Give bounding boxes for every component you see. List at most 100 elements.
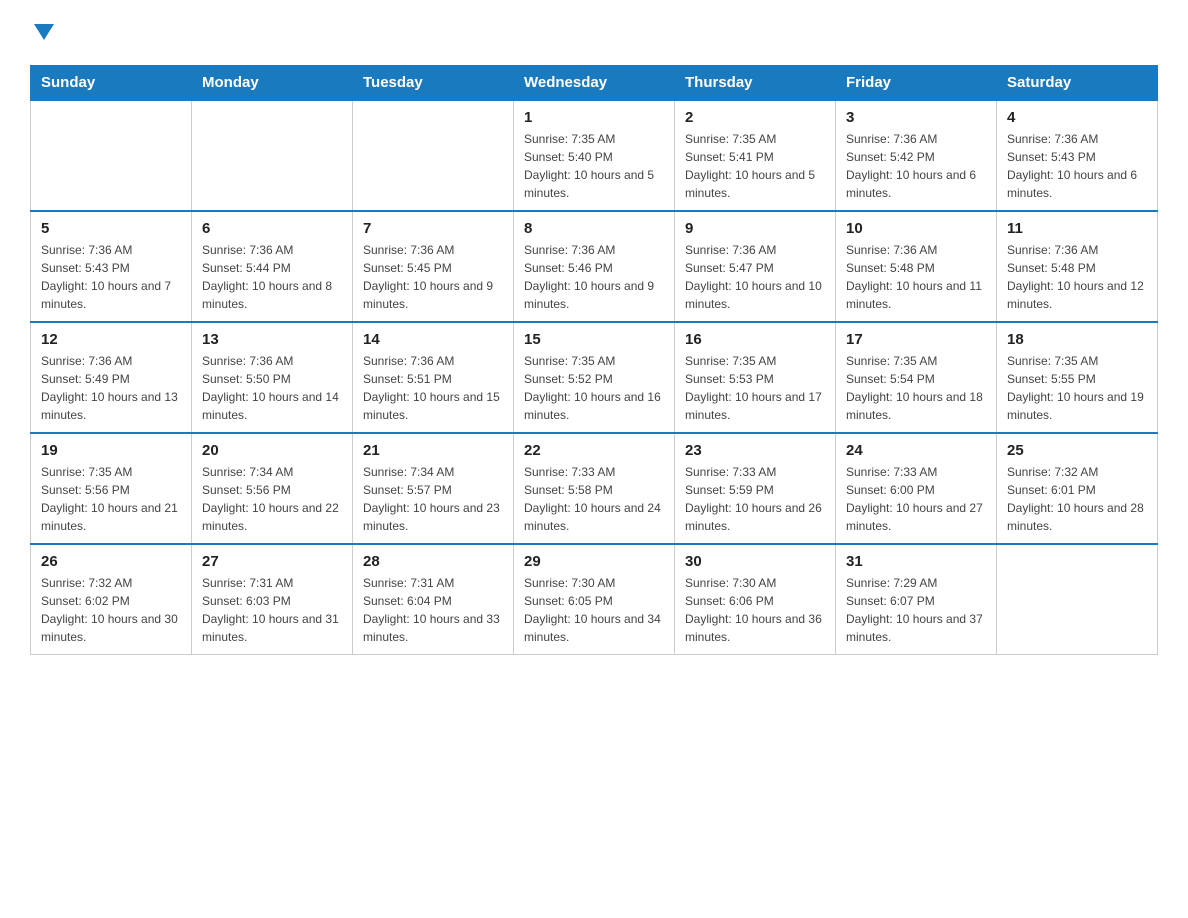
calendar-cell: 9Sunrise: 7:36 AMSunset: 5:47 PMDaylight…	[675, 211, 836, 322]
sun-info: Sunrise: 7:36 AMSunset: 5:45 PMDaylight:…	[363, 241, 503, 313]
week-row-3: 12 Sunrise: 7:36 AMSunset: 5:49 PMDayligh…	[31, 322, 1158, 433]
header-tuesday: Tuesday	[353, 65, 514, 100]
day-number: 8	[524, 220, 664, 237]
sun-info: Sunrise: 7:33 AMSunset: 5:58 PMDaylight:…	[524, 463, 664, 535]
day-number: 4	[1007, 109, 1147, 126]
week-row-1: 1Sunrise: 7:35 AMSunset: 5:40 PMDaylight…	[31, 100, 1158, 211]
header-sunday: Sunday	[31, 65, 192, 100]
day-number: 27	[202, 553, 342, 570]
calendar-cell: 29 Sunrise: 7:30 AMSunset: 6:05 PMDayligh…	[514, 544, 675, 655]
day-number: 11	[1007, 220, 1147, 237]
calendar-cell	[192, 100, 353, 211]
logo-triangle-icon	[34, 22, 54, 42]
calendar-cell: 2 Sunrise: 7:35 AMSunset: 5:41 PMDaylight…	[675, 100, 836, 211]
calendar-cell	[31, 100, 192, 211]
calendar-cell: 11Sunrise: 7:36 AMSunset: 5:48 PMDayligh…	[997, 211, 1158, 322]
calendar-cell: 3 Sunrise: 7:36 AMSunset: 5:42 PMDaylight…	[836, 100, 997, 211]
day-number: 25	[1007, 442, 1147, 459]
calendar-cell: 26 Sunrise: 7:32 AMSunset: 6:02 PMDayligh…	[31, 544, 192, 655]
calendar-cell: 30 Sunrise: 7:30 AMSunset: 6:06 PMDayligh…	[675, 544, 836, 655]
day-number: 5	[41, 220, 181, 237]
day-number: 7	[363, 220, 503, 237]
sun-info: Sunrise: 7:36 AMSunset: 5:43 PMDaylight:…	[41, 241, 181, 313]
calendar-cell: 5 Sunrise: 7:36 AMSunset: 5:43 PMDaylight…	[31, 211, 192, 322]
calendar-cell: 12 Sunrise: 7:36 AMSunset: 5:49 PMDayligh…	[31, 322, 192, 433]
calendar-table: SundayMondayTuesdayWednesdayThursdayFrid…	[30, 65, 1158, 655]
calendar-cell: 10 Sunrise: 7:36 AMSunset: 5:48 PMDayligh…	[836, 211, 997, 322]
sun-info: Sunrise: 7:33 AMSunset: 6:00 PMDaylight:…	[846, 463, 986, 535]
calendar-cell: 27 Sunrise: 7:31 AMSunset: 6:03 PMDayligh…	[192, 544, 353, 655]
calendar-cell: 21 Sunrise: 7:34 AMSunset: 5:57 PMDayligh…	[353, 433, 514, 544]
day-number: 31	[846, 553, 986, 570]
sun-info: Sunrise: 7:36 AMSunset: 5:48 PMDaylight:…	[846, 241, 986, 313]
sun-info: Sunrise: 7:35 AMSunset: 5:40 PMDaylight:…	[524, 130, 664, 202]
calendar-cell: 23 Sunrise: 7:33 AMSunset: 5:59 PMDayligh…	[675, 433, 836, 544]
calendar-cell: 20 Sunrise: 7:34 AMSunset: 5:56 PMDayligh…	[192, 433, 353, 544]
day-number: 3	[846, 109, 986, 126]
calendar-cell: 22 Sunrise: 7:33 AMSunset: 5:58 PMDayligh…	[514, 433, 675, 544]
sun-info: Sunrise: 7:33 AMSunset: 5:59 PMDaylight:…	[685, 463, 825, 535]
sun-info: Sunrise: 7:35 AMSunset: 5:52 PMDaylight:…	[524, 352, 664, 424]
sun-info: Sunrise: 7:30 AMSunset: 6:05 PMDaylight:…	[524, 574, 664, 646]
header-monday: Monday	[192, 65, 353, 100]
day-number: 28	[363, 553, 503, 570]
header-saturday: Saturday	[997, 65, 1158, 100]
sun-info: Sunrise: 7:36 AMSunset: 5:44 PMDaylight:…	[202, 241, 342, 313]
sun-info: Sunrise: 7:30 AMSunset: 6:06 PMDaylight:…	[685, 574, 825, 646]
sun-info: Sunrise: 7:35 AMSunset: 5:54 PMDaylight:…	[846, 352, 986, 424]
sun-info: Sunrise: 7:36 AMSunset: 5:46 PMDaylight:…	[524, 241, 664, 313]
calendar-cell: 6 Sunrise: 7:36 AMSunset: 5:44 PMDaylight…	[192, 211, 353, 322]
sun-info: Sunrise: 7:32 AMSunset: 6:02 PMDaylight:…	[41, 574, 181, 646]
day-number: 21	[363, 442, 503, 459]
sun-info: Sunrise: 7:31 AMSunset: 6:04 PMDaylight:…	[363, 574, 503, 646]
sun-info: Sunrise: 7:36 AMSunset: 5:43 PMDaylight:…	[1007, 130, 1147, 202]
day-number: 19	[41, 442, 181, 459]
day-number: 18	[1007, 331, 1147, 348]
week-row-4: 19 Sunrise: 7:35 AMSunset: 5:56 PMDayligh…	[31, 433, 1158, 544]
calendar-cell: 14Sunrise: 7:36 AMSunset: 5:51 PMDayligh…	[353, 322, 514, 433]
day-number: 15	[524, 331, 664, 348]
page-header	[30, 20, 1158, 45]
sun-info: Sunrise: 7:34 AMSunset: 5:57 PMDaylight:…	[363, 463, 503, 535]
day-number: 16	[685, 331, 825, 348]
day-number: 13	[202, 331, 342, 348]
day-number: 24	[846, 442, 986, 459]
day-number: 20	[202, 442, 342, 459]
day-number: 9	[685, 220, 825, 237]
sun-info: Sunrise: 7:32 AMSunset: 6:01 PMDaylight:…	[1007, 463, 1147, 535]
day-number: 17	[846, 331, 986, 348]
calendar-cell: 28 Sunrise: 7:31 AMSunset: 6:04 PMDayligh…	[353, 544, 514, 655]
day-number: 26	[41, 553, 181, 570]
calendar-cell: 25 Sunrise: 7:32 AMSunset: 6:01 PMDayligh…	[997, 433, 1158, 544]
sun-info: Sunrise: 7:36 AMSunset: 5:42 PMDaylight:…	[846, 130, 986, 202]
calendar-cell: 17 Sunrise: 7:35 AMSunset: 5:54 PMDayligh…	[836, 322, 997, 433]
sun-info: Sunrise: 7:34 AMSunset: 5:56 PMDaylight:…	[202, 463, 342, 535]
calendar-cell: 15 Sunrise: 7:35 AMSunset: 5:52 PMDayligh…	[514, 322, 675, 433]
day-number: 6	[202, 220, 342, 237]
calendar-cell: 24 Sunrise: 7:33 AMSunset: 6:00 PMDayligh…	[836, 433, 997, 544]
week-row-5: 26 Sunrise: 7:32 AMSunset: 6:02 PMDayligh…	[31, 544, 1158, 655]
day-number: 2	[685, 109, 825, 126]
sun-info: Sunrise: 7:35 AMSunset: 5:53 PMDaylight:…	[685, 352, 825, 424]
day-number: 10	[846, 220, 986, 237]
day-number: 23	[685, 442, 825, 459]
calendar-cell: 31Sunrise: 7:29 AMSunset: 6:07 PMDayligh…	[836, 544, 997, 655]
header-friday: Friday	[836, 65, 997, 100]
calendar-cell: 1Sunrise: 7:35 AMSunset: 5:40 PMDaylight…	[514, 100, 675, 211]
sun-info: Sunrise: 7:36 AMSunset: 5:49 PMDaylight:…	[41, 352, 181, 424]
day-number: 29	[524, 553, 664, 570]
calendar-cell: 7 Sunrise: 7:36 AMSunset: 5:45 PMDaylight…	[353, 211, 514, 322]
week-row-2: 5 Sunrise: 7:36 AMSunset: 5:43 PMDaylight…	[31, 211, 1158, 322]
header-thursday: Thursday	[675, 65, 836, 100]
sun-info: Sunrise: 7:35 AMSunset: 5:56 PMDaylight:…	[41, 463, 181, 535]
day-number: 30	[685, 553, 825, 570]
sun-info: Sunrise: 7:31 AMSunset: 6:03 PMDaylight:…	[202, 574, 342, 646]
day-number: 12	[41, 331, 181, 348]
logo	[30, 20, 54, 45]
day-number: 22	[524, 442, 664, 459]
calendar-header-row: SundayMondayTuesdayWednesdayThursdayFrid…	[31, 65, 1158, 100]
sun-info: Sunrise: 7:35 AMSunset: 5:41 PMDaylight:…	[685, 130, 825, 202]
calendar-cell: 13Sunrise: 7:36 AMSunset: 5:50 PMDayligh…	[192, 322, 353, 433]
calendar-cell: 19 Sunrise: 7:35 AMSunset: 5:56 PMDayligh…	[31, 433, 192, 544]
calendar-cell: 18Sunrise: 7:35 AMSunset: 5:55 PMDayligh…	[997, 322, 1158, 433]
